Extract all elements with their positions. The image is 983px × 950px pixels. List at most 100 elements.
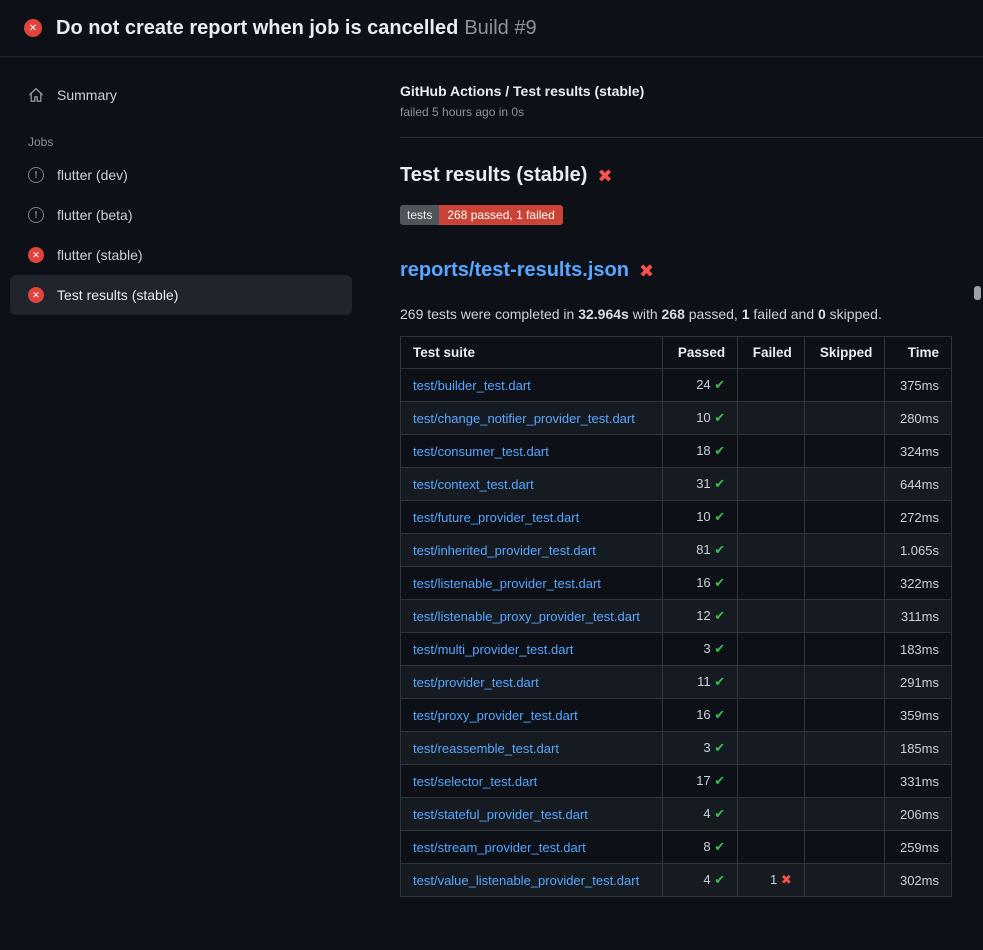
time-cell: 272ms	[885, 501, 952, 534]
test-suite-link[interactable]: test/proxy_provider_test.dart	[413, 708, 578, 723]
sidebar-item-summary[interactable]: Summary	[10, 75, 352, 115]
passed-cell: 3 ✔	[662, 633, 737, 666]
test-suite-link[interactable]: test/selector_test.dart	[413, 774, 537, 789]
sidebar-item-label: flutter (beta)	[57, 207, 132, 223]
failed-cell	[738, 600, 805, 633]
table-row: test/reassemble_test.dart3 ✔185ms	[401, 732, 952, 765]
suite-cell: test/inherited_provider_test.dart	[401, 534, 663, 567]
skipped-cell	[804, 600, 885, 633]
time-cell: 302ms	[885, 864, 952, 897]
check-run-header: ✕ Do not create report when job is cance…	[0, 0, 983, 57]
passed-cell: 8 ✔	[662, 831, 737, 864]
table-row: test/multi_provider_test.dart3 ✔183ms	[401, 633, 952, 666]
table-row: test/context_test.dart31 ✔644ms	[401, 468, 952, 501]
report-link[interactable]: reports/test-results.json	[400, 259, 629, 282]
check-icon: ✔	[714, 773, 725, 788]
table-row: test/future_provider_test.dart10 ✔272ms	[401, 501, 952, 534]
test-suite-link[interactable]: test/multi_provider_test.dart	[413, 642, 573, 657]
suite-cell: test/builder_test.dart	[401, 369, 663, 402]
suite-cell: test/listenable_proxy_provider_test.dart	[401, 600, 663, 633]
failed-cell	[738, 501, 805, 534]
column-header: Skipped	[804, 337, 885, 369]
skipped-cell	[804, 732, 885, 765]
column-header: Failed	[738, 337, 805, 369]
table-row: test/consumer_test.dart18 ✔324ms	[401, 435, 952, 468]
suite-cell: test/change_notifier_provider_test.dart	[401, 402, 663, 435]
failed-cell	[738, 567, 805, 600]
table-row: test/value_listenable_provider_test.dart…	[401, 864, 952, 897]
home-icon	[28, 87, 44, 103]
passed-cell: 31 ✔	[662, 468, 737, 501]
sidebar-item-label: flutter (stable)	[57, 247, 143, 263]
suite-cell: test/future_provider_test.dart	[401, 501, 663, 534]
summary-text: 269 tests were completed in 32.964s with…	[400, 306, 952, 322]
table-row: test/provider_test.dart11 ✔291ms	[401, 666, 952, 699]
time-cell: 185ms	[885, 732, 952, 765]
check-icon: ✔	[714, 476, 725, 491]
jobs-section-label: Jobs	[28, 135, 370, 149]
time-cell: 331ms	[885, 765, 952, 798]
test-suite-link[interactable]: test/stateful_provider_test.dart	[413, 807, 588, 822]
test-suite-link[interactable]: test/change_notifier_provider_test.dart	[413, 411, 635, 426]
summary-duration: 32.964s	[578, 306, 629, 322]
cross-mark-icon: ✖	[597, 167, 612, 185]
check-icon: ✔	[714, 542, 725, 557]
skipped-cell	[804, 468, 885, 501]
sidebar-item-flutter-dev[interactable]: !flutter (dev)	[10, 155, 352, 195]
test-suite-link[interactable]: test/builder_test.dart	[413, 378, 531, 393]
time-cell: 311ms	[885, 600, 952, 633]
table-row: test/stateful_provider_test.dart4 ✔206ms	[401, 798, 952, 831]
suite-cell: test/stream_provider_test.dart	[401, 831, 663, 864]
test-suite-link[interactable]: test/inherited_provider_test.dart	[413, 543, 596, 558]
time-cell: 322ms	[885, 567, 952, 600]
suite-cell: test/stateful_provider_test.dart	[401, 798, 663, 831]
table-row: test/listenable_proxy_provider_test.dart…	[401, 600, 952, 633]
sidebar-item-flutter-beta[interactable]: ! flutter (beta)	[10, 195, 352, 235]
test-suite-link[interactable]: test/provider_test.dart	[413, 675, 539, 690]
test-suite-link[interactable]: test/future_provider_test.dart	[413, 510, 579, 525]
test-suite-link[interactable]: test/listenable_proxy_provider_test.dart	[413, 609, 640, 624]
table-row: test/listenable_provider_test.dart16 ✔32…	[401, 567, 952, 600]
cross-mark-icon: ✖	[639, 262, 654, 280]
test-suite-link[interactable]: test/consumer_test.dart	[413, 444, 549, 459]
sidebar-item-test-results-stable[interactable]: ✕Test results (stable)	[10, 275, 352, 315]
failed-cell: 1 ✖	[738, 864, 805, 897]
badge-label: tests	[400, 205, 439, 225]
test-suite-link[interactable]: test/context_test.dart	[413, 477, 534, 492]
failed-cell	[738, 534, 805, 567]
build-number: Build #9	[464, 17, 536, 39]
check-icon: ✔	[714, 509, 725, 524]
neutral-circle-icon: !	[28, 207, 44, 223]
check-icon: ✔	[714, 443, 725, 458]
check-icon: ✔	[714, 641, 725, 656]
column-header: Time	[885, 337, 952, 369]
test-suite-link[interactable]: test/value_listenable_provider_test.dart	[413, 873, 639, 888]
jobs-list: !flutter (dev)! flutter (beta) ✕flutter (s…	[10, 155, 370, 315]
section-heading: Test results (stable) ✖	[400, 164, 952, 187]
time-cell: 259ms	[885, 831, 952, 864]
suite-cell: test/reassemble_test.dart	[401, 732, 663, 765]
suite-cell: test/consumer_test.dart	[401, 435, 663, 468]
failed-cell	[738, 468, 805, 501]
page-title: Do not create report when job is cancell…	[56, 17, 537, 40]
table-row: test/builder_test.dart24 ✔375ms	[401, 369, 952, 402]
passed-cell: 81 ✔	[662, 534, 737, 567]
failed-cell	[738, 633, 805, 666]
suite-cell: test/selector_test.dart	[401, 765, 663, 798]
suite-cell: test/listenable_provider_test.dart	[401, 567, 663, 600]
check-icon: ✔	[714, 806, 725, 821]
sidebar-item-flutter-stable[interactable]: ✕flutter (stable)	[10, 235, 352, 275]
test-suite-link[interactable]: test/reassemble_test.dart	[413, 741, 559, 756]
check-icon: ✔	[714, 608, 725, 623]
skipped-cell	[804, 402, 885, 435]
failed-cell	[738, 798, 805, 831]
divider	[400, 137, 983, 138]
scrollbar-thumb[interactable]	[974, 286, 981, 300]
table-row: test/inherited_provider_test.dart81 ✔1.0…	[401, 534, 952, 567]
time-cell: 280ms	[885, 402, 952, 435]
breadcrumb: GitHub Actions / Test results (stable)	[400, 83, 952, 99]
failed-cell	[738, 402, 805, 435]
passed-cell: 17 ✔	[662, 765, 737, 798]
test-suite-link[interactable]: test/listenable_provider_test.dart	[413, 576, 601, 591]
test-suite-link[interactable]: test/stream_provider_test.dart	[413, 840, 586, 855]
